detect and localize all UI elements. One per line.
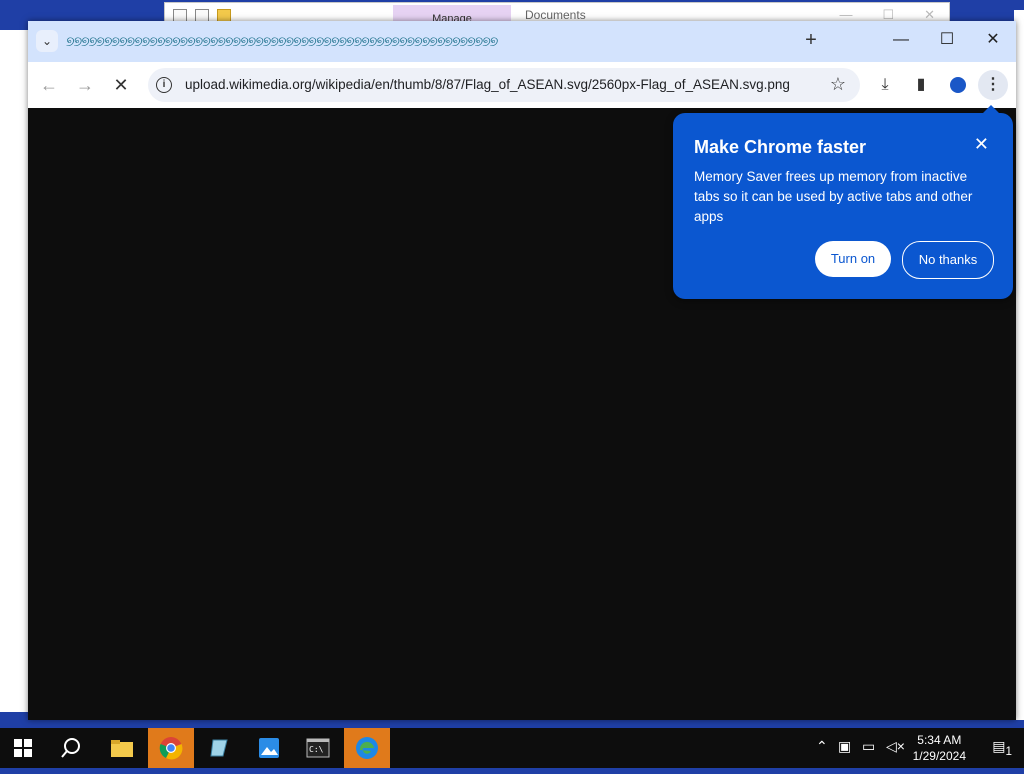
forward-button[interactable]: → [74, 74, 96, 96]
volume-muted-icon[interactable]: ◁× [886, 738, 905, 755]
chrome-taskbar-item[interactable] [148, 728, 194, 768]
profile-avatar-icon[interactable] [950, 77, 966, 93]
notification-center-button[interactable]: ▤1 [992, 738, 1012, 758]
chrome-menu-button[interactable]: ⋮ [978, 70, 1008, 100]
title-bar: ⌄ ୭୭୭୭୭୭୭୭୭୭୭୭୭୭୭୭୭୭୭୭୭୭୭୭୭୭୭୭୭୭୭୭୭୭୭୭୭୭… [28, 21, 1016, 62]
memory-saver-promo: Make Chrome faster ✕ Memory Saver frees … [673, 105, 1013, 299]
url-text[interactable]: upload.wikimedia.org/wikipedia/en/thumb/… [185, 77, 790, 92]
tab-search-button[interactable]: ⌄ [36, 30, 58, 52]
tab-strip[interactable]: ୭୭୭୭୭୭୭୭୭୭୭୭୭୭୭୭୭୭୭୭୭୭୭୭୭୭୭୭୭୭୭୭୭୭୭୭୭୭୭୭… [66, 31, 766, 51]
chevron-up-icon[interactable]: ⌃ [816, 738, 828, 755]
taskbar: C:\ ⌃ ▣ ▭ ◁× 5:34 AM 1/29/2024 ▤1 [0, 728, 1024, 768]
close-window-button[interactable]: ✕ [978, 29, 1008, 51]
promo-body: Memory Saver frees up memory from inacti… [694, 169, 973, 224]
network-icon[interactable]: ▭ [862, 738, 875, 755]
browser-toolbar: ← → ✕ i upload.wikimedia.org/wikipedia/e… [28, 62, 1016, 108]
address-bar[interactable]: i upload.wikimedia.org/wikipedia/en/thum… [148, 68, 860, 102]
windows-logo-icon [14, 739, 32, 757]
file-explorer-taskbar-item[interactable] [99, 728, 145, 768]
edge-taskbar-item[interactable] [344, 728, 390, 768]
no-thanks-button[interactable]: No thanks [902, 241, 994, 279]
promo-title: Make Chrome faster [694, 137, 867, 157]
photos-icon [259, 738, 279, 758]
minimize-button[interactable]: — [886, 29, 916, 51]
notepad-icon [210, 739, 228, 757]
start-button[interactable] [0, 728, 46, 768]
maximize-button[interactable]: ☐ [932, 29, 962, 51]
system-clock[interactable]: 5:34 AM 1/29/2024 [913, 732, 966, 764]
notification-count: 1 [1005, 744, 1012, 758]
side-panel-icon[interactable]: ▮ [909, 73, 933, 97]
search-button[interactable] [48, 728, 94, 768]
site-info-icon[interactable]: i [156, 77, 172, 93]
promo-close-icon[interactable]: ✕ [974, 135, 989, 153]
chrome-icon [159, 737, 183, 760]
network-warning-icon[interactable]: ▣ [838, 738, 851, 755]
back-button[interactable]: ← [38, 74, 60, 96]
search-icon [61, 738, 80, 758]
edge-icon [356, 737, 378, 759]
notification-icon: ▤ [992, 738, 1006, 754]
download-icon[interactable]: ⤓ [873, 73, 897, 97]
folder-icon [111, 740, 133, 757]
svg-text:C:\: C:\ [309, 745, 324, 754]
stop-loading-button[interactable]: ✕ [110, 74, 132, 96]
terminal-taskbar-item[interactable]: C:\ [295, 728, 341, 768]
notepad-taskbar-item[interactable] [197, 728, 243, 768]
background-window-left-edge [0, 30, 29, 712]
photos-taskbar-item[interactable] [246, 728, 292, 768]
terminal-icon: C:\ [306, 738, 330, 758]
turn-on-button[interactable]: Turn on [815, 241, 891, 277]
bookmark-star-icon[interactable]: ☆ [830, 74, 846, 95]
clock-date: 1/29/2024 [912, 749, 966, 763]
new-tab-button[interactable]: + [801, 29, 821, 51]
clock-time: 5:34 AM [917, 733, 962, 747]
explorer-title: Documents [525, 8, 586, 22]
